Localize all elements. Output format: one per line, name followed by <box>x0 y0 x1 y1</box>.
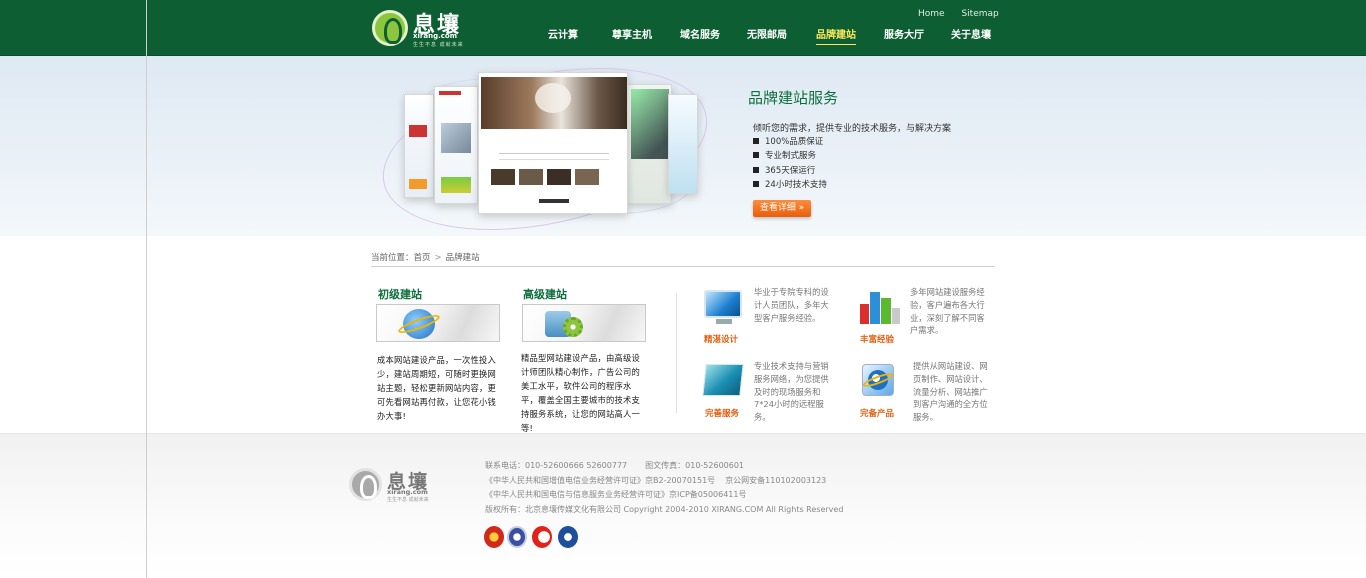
nav-item-about[interactable]: 关于息壤 <box>951 26 991 41</box>
hero-banner: 品牌建站服务 倾听您的需求，提供专业的技术服务，与解决方案 100%品质保证 专… <box>0 41 1366 257</box>
template-preview-right-small <box>668 94 698 194</box>
breadcrumb-current: 品牌建站 <box>445 253 480 263</box>
banner-bullet: 专业制式服务 <box>753 149 827 163</box>
logo-domain-text: xirang.com <box>413 32 457 40</box>
feature-desc-experience: 多年网站建设服务经验，客户遍布各大行业，深刻了解不同客户需求。 <box>910 287 985 336</box>
bar-chart-icon <box>858 288 902 328</box>
banner-bullet: 365天保运行 <box>753 164 827 178</box>
banner-intro: 倾听您的需求，提供专业的技术服务，与解决方案 <box>753 124 952 134</box>
nav-item-hosting[interactable]: 尊享主机 <box>612 26 652 41</box>
footer-logo-domain-text: xirang.com <box>387 488 428 496</box>
feature-label-service: 完善服务 <box>705 409 740 419</box>
template-preview-right <box>626 84 672 204</box>
feature-desc-service: 专业技术支持与营销服务网络，为您提供及时的现场服务和7*24小时的远程服务。 <box>754 361 829 423</box>
certification-badge-icon[interactable] <box>507 526 527 548</box>
home-link[interactable]: Home <box>918 9 945 19</box>
footer-logo-slogan: 生生不息 成就未来 <box>387 497 429 503</box>
breadcrumb-separator: > <box>434 253 442 263</box>
nav-item-cloud[interactable]: 云计算 <box>548 26 578 41</box>
footer-phone: 联系电话：010-52600666 52600777 <box>485 461 628 470</box>
banner-bullet-list: 100%品质保证 专业制式服务 365天保运行 24小时技术支持 <box>753 135 827 192</box>
feature-label-experience: 丰富经验 <box>860 335 895 345</box>
section-divider <box>676 293 677 413</box>
trust-badge-icon[interactable] <box>532 526 552 548</box>
template-preview-left-small <box>404 94 434 198</box>
monitor-icon <box>702 288 746 328</box>
logo-slogan: 生生不息 成就未来 <box>413 42 464 48</box>
site-header: 息壤 xirang.com 生生不息 成就未来 Home Sitemap 云计算… <box>0 0 1366 56</box>
view-details-button[interactable]: 查看详细 » <box>753 200 811 217</box>
gears-icon <box>563 317 583 337</box>
page-left-border <box>146 0 147 578</box>
product-desc-advanced: 精品型网站建设产品，由高级设计师团队精心制作，广告公司的美工水平，软件公司的程序… <box>521 353 640 434</box>
footer-fax: 图文传真：010-52600601 <box>645 461 745 470</box>
top-links: Home Sitemap <box>918 9 1013 19</box>
logo-leaf-icon <box>372 10 408 46</box>
breadcrumb-home-link[interactable]: 首页 <box>414 253 431 263</box>
sitemap-link[interactable]: Sitemap <box>961 9 998 19</box>
nav-item-domain[interactable]: 域名服务 <box>680 26 720 41</box>
footer-police-record: 京公网安备110102003123 <box>725 475 827 485</box>
product-banner-advanced[interactable] <box>522 304 646 342</box>
map-icon <box>702 362 746 402</box>
breadcrumb: 当前位置：首页 > 品牌建站 <box>371 251 995 267</box>
product-title-advanced[interactable]: 高级建站 <box>523 286 567 302</box>
feature-label-design: 精湛设计 <box>704 335 739 345</box>
police-badge-icon[interactable] <box>484 526 504 548</box>
nav-item-service[interactable]: 服务大厅 <box>884 26 924 41</box>
security-badge-icon[interactable] <box>558 526 578 548</box>
site-logo[interactable]: 息壤 xirang.com 生生不息 成就未来 <box>372 7 472 49</box>
breadcrumb-prefix: 当前位置： <box>371 253 414 263</box>
footer-copyright: 版权所有：北京息壤传媒文化有限公司 Copyright 2004-2010 XI… <box>485 504 844 514</box>
template-preview-left <box>434 86 478 204</box>
footer-icp-link[interactable]: 《中华人民共和国电信与信息服务业务经营许可证》京ICP备05006411号 <box>485 488 843 503</box>
footer-license-link[interactable]: 《中华人民共和国增值电信业务经营许可证》京B2-20070151号 <box>485 476 715 485</box>
nav-item-website[interactable]: 品牌建站 <box>816 26 856 45</box>
template-preview-main <box>478 72 628 214</box>
footer-logo[interactable]: 息壤 xirang.com 生生不息 成就未来 <box>349 468 439 504</box>
feature-desc-product: 提供从网站建设、网页制作、网站设计、流量分析、网站推广到客户沟通的全方位服务。 <box>913 361 988 423</box>
feature-label-product: 完备产品 <box>860 409 895 419</box>
banner-bullet: 24小时技术支持 <box>753 178 827 192</box>
footer-logo-leaf-icon <box>349 468 382 501</box>
feature-desc-design: 毕业于专院专科的设计人员团队，多年大型客户服务经验。 <box>754 287 829 323</box>
nav-item-mail[interactable]: 无限邮局 <box>747 26 787 41</box>
product-banner-basic[interactable] <box>376 304 500 342</box>
footer-info: 联系电话：010-52600666 52600777 图文传真：010-52600… <box>485 459 843 517</box>
product-title-basic[interactable]: 初级建站 <box>378 286 422 302</box>
product-desc-basic: 成本网站建设产品，一次性投入少，建站周期短，可随时更换网站主题，轻松更新网站内容… <box>377 355 496 422</box>
banner-bullet: 100%品质保证 <box>753 135 827 149</box>
banner-title: 品牌建站服务 <box>748 89 839 107</box>
ie-icon <box>858 362 902 402</box>
